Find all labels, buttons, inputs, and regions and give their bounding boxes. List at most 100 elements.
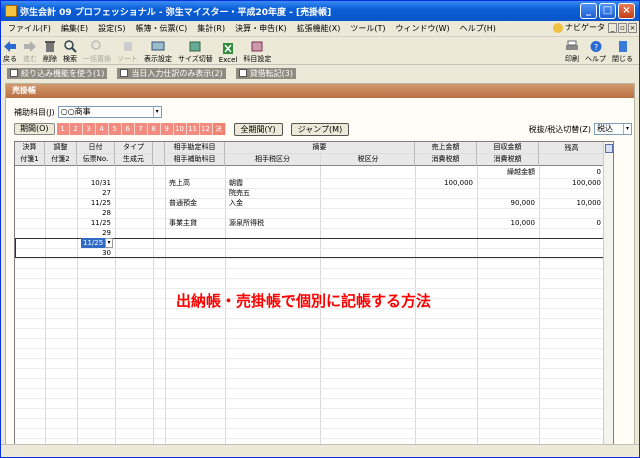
vertical-scrollbar[interactable]: [603, 142, 613, 450]
col-received: 回収金額 消費税額: [477, 142, 539, 166]
app-icon: [5, 5, 17, 17]
close-door-icon: [618, 41, 627, 52]
month-tab[interactable]: 9: [160, 123, 174, 135]
row-sales[interactable]: 100,000: [415, 178, 473, 188]
today-only-option[interactable]: 当日入力仕訳のみ表示(2): [117, 67, 226, 79]
transfer-option[interactable]: 貸借転記(3): [235, 67, 297, 79]
status-bar: [1, 444, 639, 457]
minimize-button[interactable]: _: [580, 3, 597, 19]
new-row-slip-no[interactable]: 30: [77, 248, 111, 258]
panel-title: 売掛帳: [6, 84, 634, 98]
mdi-restore-button[interactable]: ▫: [618, 23, 627, 33]
col-type: タイプ 生成元: [115, 142, 153, 166]
menu-books[interactable]: 帳簿・伝票(C): [130, 23, 192, 34]
navigator-label: ナビゲータ: [565, 23, 605, 32]
month-tab[interactable]: 12: [199, 123, 213, 135]
account-settings-icon: [251, 41, 263, 52]
row-memo-2[interactable]: 院売五: [229, 188, 250, 198]
sort-icon: [123, 42, 132, 51]
menu-help[interactable]: ヘルプ(H): [455, 23, 501, 34]
chevron-down-icon[interactable]: ▾: [152, 107, 161, 117]
account-settings-button[interactable]: 科目設定: [243, 40, 271, 64]
tax-value: 税込: [597, 124, 613, 133]
annotation-caption: 出納帳・売掛帳で個別に記帳する方法: [176, 292, 432, 310]
new-row-date-input[interactable]: 11/25: [81, 238, 106, 248]
col-date: 日付 伝票No.: [77, 142, 115, 166]
row-date[interactable]: 11/25: [77, 198, 111, 208]
ledger-panel: 売掛帳 補助科目(J) ○○商事 ▾ 期間(O) 1 2 3 4 5 6 7 8…: [5, 83, 635, 455]
excel-button[interactable]: Excel: [219, 42, 237, 64]
menu-settings[interactable]: 設定(S): [93, 23, 130, 34]
navigator-button[interactable]: ナビゲータ: [553, 22, 605, 33]
month-tab[interactable]: 5: [108, 123, 122, 135]
month-tab[interactable]: 1: [56, 123, 70, 135]
replace-icon: [91, 40, 101, 50]
month-tab-closing[interactable]: 決: [212, 123, 226, 135]
close-button[interactable]: ×: [618, 3, 635, 19]
month-tab[interactable]: 4: [95, 123, 109, 135]
filter-option[interactable]: 絞り込み機能を使う(1): [7, 67, 108, 79]
forward-button[interactable]: 進む: [23, 40, 37, 64]
checkbox[interactable]: [10, 69, 18, 77]
month-tab[interactable]: 3: [82, 123, 96, 135]
chevron-down-icon[interactable]: ▾: [623, 124, 631, 134]
menu-extensions[interactable]: 拡張機能(X): [292, 23, 346, 34]
row-received[interactable]: 90,000: [477, 198, 536, 208]
main-window: 弥生会計 09 プロフェッショナル - 弥生マイスター・平成20年度 - [売掛…: [0, 0, 640, 458]
delete-icon: [45, 41, 55, 52]
menu-window[interactable]: ウィンドウ(W): [390, 23, 454, 34]
carry-over-label: 繰越金額: [507, 168, 535, 176]
title-bar: 弥生会計 09 プロフェッショナル - 弥生マイスター・平成20年度 - [売掛…: [1, 1, 639, 21]
month-tab[interactable]: 6: [121, 123, 135, 135]
col-sales: 売上金額 消費税額: [415, 142, 477, 166]
row-account[interactable]: 普通預金: [169, 198, 197, 208]
column-settings-icon[interactable]: [605, 144, 613, 153]
sub-account-select[interactable]: ○○商事 ▾: [57, 106, 162, 118]
row-account[interactable]: 事業主貸: [169, 218, 197, 228]
row-slip-no[interactable]: 28: [77, 208, 111, 218]
menu-tools[interactable]: ツール(T): [345, 23, 390, 34]
all-period-button[interactable]: 全期間(Y): [233, 122, 283, 136]
month-tab[interactable]: 10: [173, 123, 187, 135]
tax-select[interactable]: 税込 ▾: [594, 123, 632, 135]
option-bar: 絞り込み機能を使う(1) 当日入力仕訳のみ表示(2) 貸借転記(3): [1, 65, 639, 81]
row-received[interactable]: 10,000: [477, 218, 536, 228]
row-date[interactable]: 10/31: [77, 178, 111, 188]
back-button[interactable]: 戻る: [3, 40, 17, 64]
checkbox[interactable]: [238, 69, 247, 77]
menu-closing[interactable]: 決算・申告(K): [230, 23, 292, 34]
period-button[interactable]: 期間(O): [14, 123, 55, 135]
col-memo: 摘要 相手税区分 税区分: [225, 142, 415, 166]
row-account[interactable]: 売上高: [169, 178, 190, 188]
help-button[interactable]: ? ヘルプ: [585, 40, 606, 64]
maximize-button[interactable]: □: [599, 3, 616, 19]
sort-button[interactable]: ソート: [117, 40, 138, 64]
row-slip-no[interactable]: 29: [77, 228, 111, 238]
menu-edit[interactable]: 編集(E): [56, 23, 93, 34]
display-settings-button[interactable]: 表示設定: [144, 40, 172, 64]
month-tab[interactable]: 7: [134, 123, 148, 135]
month-tab[interactable]: 8: [147, 123, 161, 135]
mdi-close-button[interactable]: ×: [628, 23, 637, 33]
search-button[interactable]: 検索: [63, 40, 77, 64]
menu-reports[interactable]: 集計(R): [192, 23, 230, 34]
jump-button[interactable]: ジャンプ(M): [290, 122, 350, 136]
month-tab[interactable]: 11: [186, 123, 200, 135]
checkbox[interactable]: [120, 69, 129, 77]
size-toggle-icon: [189, 41, 201, 52]
menu-file[interactable]: ファイル(F): [3, 23, 56, 34]
delete-button[interactable]: 削除: [43, 40, 57, 64]
excel-icon: [223, 43, 234, 54]
close-screen-button[interactable]: 閉じる: [612, 40, 633, 64]
print-button[interactable]: 印刷: [565, 40, 579, 64]
row-slip-no[interactable]: 27: [77, 188, 111, 198]
chevron-down-icon[interactable]: ▾: [105, 238, 113, 248]
size-toggle-button[interactable]: サイズ切替: [178, 40, 213, 64]
row-memo[interactable]: 朝霞: [229, 178, 243, 188]
month-tab[interactable]: 2: [69, 123, 83, 135]
row-memo[interactable]: 源泉所得税: [229, 218, 264, 228]
row-date[interactable]: 11/25: [77, 218, 111, 228]
row-memo[interactable]: 入金: [229, 198, 243, 208]
replace-button[interactable]: 一括置換: [83, 40, 111, 64]
mdi-minimize-button[interactable]: _: [608, 23, 617, 33]
